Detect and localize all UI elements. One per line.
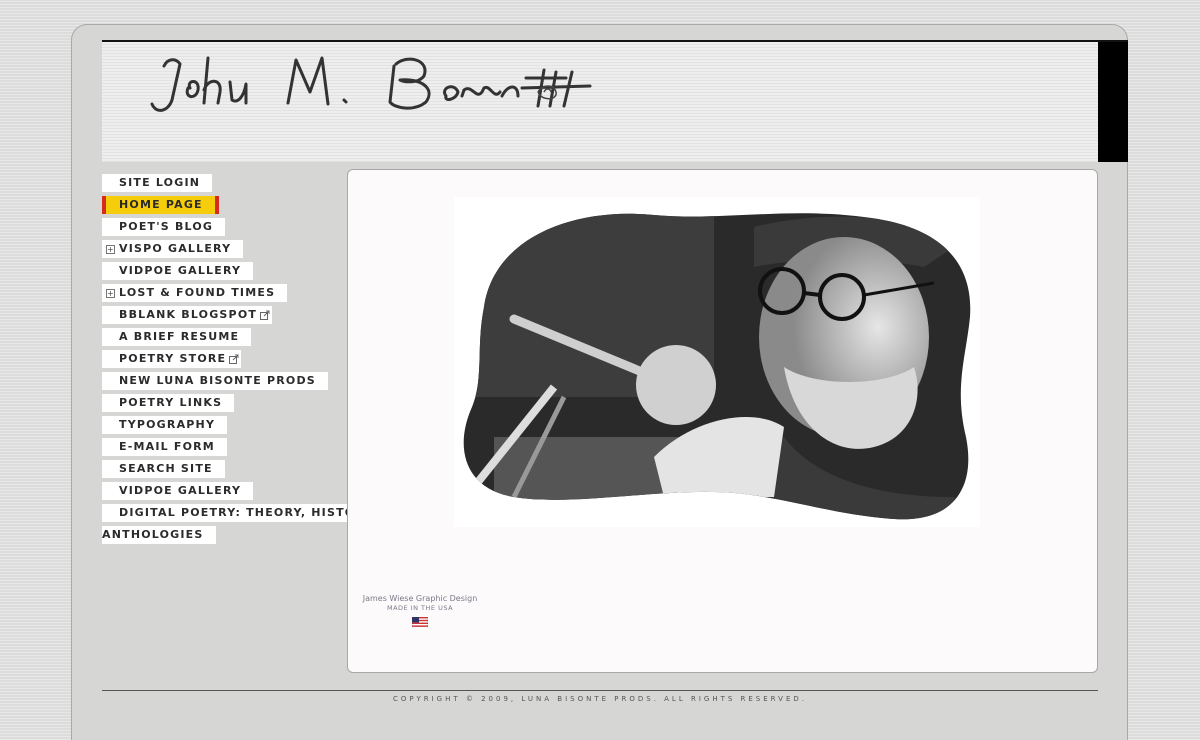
nav-item-home-page[interactable]: HOME PAGE bbox=[102, 196, 219, 214]
nav-item-brief-resume[interactable]: A BRIEF RESUME bbox=[102, 328, 252, 346]
plus-box-icon[interactable]: + bbox=[106, 289, 115, 298]
nav-item-vidpoe-gallery[interactable]: VIDPOE GALLERY bbox=[102, 262, 254, 280]
nav-item-digital-poetry[interactable]: DIGITAL POETRY: THEORY, HISTORY, bbox=[102, 504, 380, 522]
footer-divider bbox=[102, 690, 1098, 691]
nav-item-bblank-blogspot[interactable]: BBLANK BLOGSPOT bbox=[102, 306, 273, 324]
sidebar-nav: SITE LOGIN HOME PAGE POET'S BLOG + VISPO … bbox=[102, 171, 380, 545]
nav-item-label: VISPO GALLERY bbox=[119, 242, 232, 255]
copyright-text: COPYRIGHT © 2009, LUNA BISONTE PRODS. AL… bbox=[393, 695, 807, 703]
nav-item-label: LOST & FOUND TIMES bbox=[119, 286, 276, 299]
nav-item-label: BBLANK BLOGSPOT bbox=[119, 308, 258, 321]
nav-item-poetry-links[interactable]: POETRY LINKS bbox=[102, 394, 235, 412]
nav-item-poets-blog[interactable]: POET'S BLOG bbox=[102, 218, 226, 236]
designer-credit[interactable]: James Wiese Graphic Design MADE IN THE U… bbox=[360, 594, 480, 631]
external-link-icon bbox=[260, 310, 270, 320]
nav-item-vispo-gallery[interactable]: + VISPO GALLERY bbox=[102, 240, 244, 258]
nav-item-digital-poetry-cont[interactable]: ANTHOLOGIES bbox=[102, 526, 216, 544]
plus-box-icon[interactable]: + bbox=[106, 245, 115, 254]
nav-item-email-form[interactable]: E-MAIL FORM bbox=[102, 438, 227, 456]
main-content: James Wiese Graphic Design MADE IN THE U… bbox=[347, 169, 1098, 673]
external-link-icon bbox=[229, 354, 239, 364]
credit-line-2: MADE IN THE USA bbox=[386, 604, 454, 612]
credit-line-1: James Wiese Graphic Design bbox=[362, 594, 478, 603]
poet-photo bbox=[454, 197, 980, 527]
nav-item-poetry-store[interactable]: POETRY STORE bbox=[102, 350, 242, 368]
header-banner bbox=[102, 40, 1128, 162]
nav-item-vidpoe-gallery-2[interactable]: VIDPOE GALLERY bbox=[102, 482, 254, 500]
nav-item-typography[interactable]: TYPOGRAPHY bbox=[102, 416, 228, 434]
banner-black-bar bbox=[1098, 42, 1128, 162]
signature-logo[interactable] bbox=[146, 48, 606, 118]
nav-item-site-login[interactable]: SITE LOGIN bbox=[102, 174, 213, 192]
us-flag-icon bbox=[412, 617, 428, 627]
nav-item-lost-found-times[interactable]: + LOST & FOUND TIMES bbox=[102, 284, 288, 302]
nav-item-new-luna-bisonte-prods[interactable]: NEW LUNA BISONTE PRODS bbox=[102, 372, 328, 390]
nav-item-label: POETRY STORE bbox=[119, 352, 227, 365]
nav-item-search-site[interactable]: SEARCH SITE bbox=[102, 460, 225, 478]
